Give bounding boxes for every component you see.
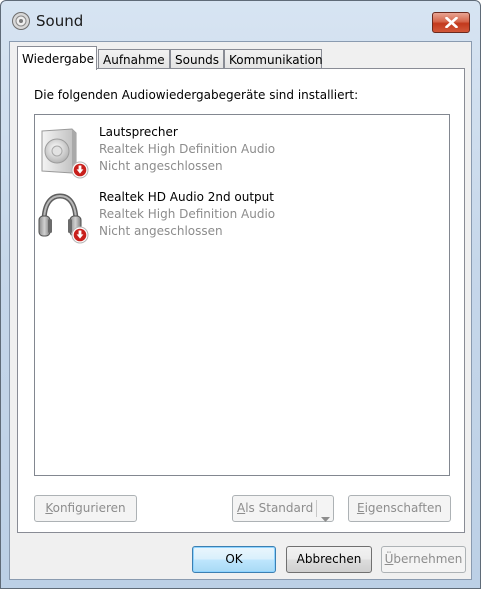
button-label: OK — [225, 552, 243, 566]
button-label: ls Standard — [245, 501, 314, 515]
apply-button[interactable]: Übernehmen — [381, 546, 466, 573]
mnemonic-char: K — [45, 501, 53, 515]
tab-label: Sounds — [175, 53, 220, 67]
device-status: Nicht angeschlossen — [99, 224, 223, 238]
button-label: Abbrechen — [296, 552, 362, 566]
disconnected-icon — [71, 161, 89, 179]
list-item-lautsprecher[interactable]: Lautsprecher Realtek High Definition Aud… — [35, 121, 449, 183]
cancel-button[interactable]: Abbrechen — [286, 546, 372, 573]
split-divider — [316, 500, 317, 517]
playback-device-list[interactable]: Lautsprecher Realtek High Definition Aud… — [34, 114, 450, 476]
window-title: Sound — [36, 12, 84, 30]
mnemonic-char: E — [356, 501, 365, 515]
configure-button[interactable]: Konfigurieren — [34, 495, 137, 522]
speaker-app-icon — [11, 11, 31, 31]
tab-panel-wiedergabe: Die folgenden Audiowiedergabegeräte sind… — [17, 68, 465, 533]
chevron-down-icon[interactable] — [321, 506, 330, 531]
button-label: bernehmen — [393, 552, 463, 566]
instruction-text: Die folgenden Audiowiedergabegeräte sind… — [34, 88, 359, 102]
ok-button[interactable]: OK — [192, 546, 276, 573]
device-name: Realtek HD Audio 2nd output — [99, 190, 274, 204]
device-status: Nicht angeschlossen — [99, 159, 223, 173]
close-icon — [445, 17, 458, 28]
tab-label: Wiedergabe — [22, 52, 95, 66]
dialog-client-area: Wiedergabe Aufnahme Sounds Kommunikation… — [9, 41, 472, 580]
button-label: onfigurieren — [52, 501, 126, 515]
device-name: Lautsprecher — [99, 125, 178, 139]
device-driver: Realtek High Definition Audio — [99, 142, 276, 156]
device-driver: Realtek High Definition Audio — [99, 207, 276, 221]
tab-aufnahme[interactable]: Aufnahme — [98, 49, 170, 69]
properties-button[interactable]: Eigenschaften — [348, 495, 451, 522]
tab-label: Aufnahme — [103, 53, 165, 67]
close-button[interactable] — [432, 12, 470, 33]
disconnected-icon — [71, 226, 89, 244]
set-default-split-button[interactable]: Als Standard — [232, 495, 334, 522]
button-label: igenschaften — [364, 501, 443, 515]
list-item-realtek-2nd-output[interactable]: Realtek HD Audio 2nd output Realtek High… — [35, 186, 449, 248]
tab-kommunikation[interactable]: Kommunikation — [224, 49, 323, 69]
mnemonic-char: A — [237, 501, 246, 515]
tab-sounds[interactable]: Sounds — [170, 49, 224, 69]
sound-dialog: Sound Wiedergabe Aufnahme Sounds Kommuni… — [0, 0, 481, 589]
tab-label: Kommunikation — [229, 53, 323, 67]
tab-wiedergabe[interactable]: Wiedergabe — [17, 46, 97, 70]
title-bar[interactable]: Sound — [1, 1, 480, 41]
